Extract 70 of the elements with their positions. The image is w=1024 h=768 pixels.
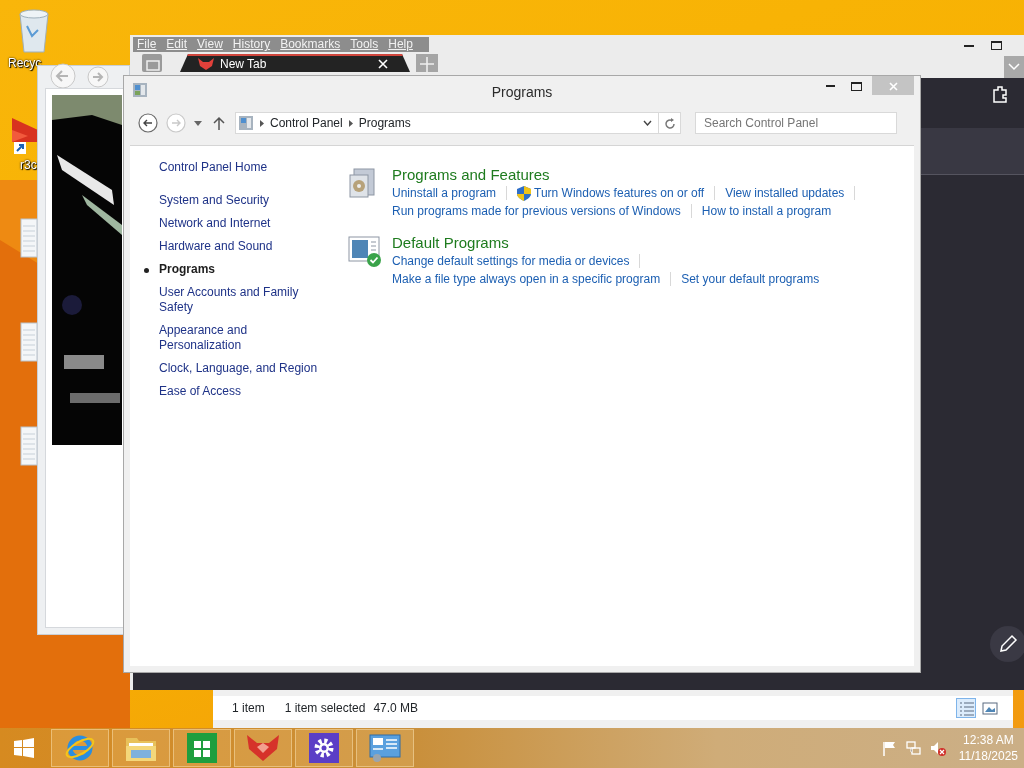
settings-button[interactable] — [295, 729, 353, 767]
task-link[interactable]: Turn Windows features on or off — [517, 184, 705, 202]
bullet-icon — [144, 268, 149, 273]
network-icon[interactable] — [904, 739, 923, 757]
chevron-right-icon — [348, 119, 353, 127]
task-link[interactable]: Set your default programs — [681, 270, 820, 288]
dropdown-icon[interactable] — [194, 120, 202, 126]
folder-button[interactable] — [112, 729, 170, 767]
control-panel-button[interactable] — [356, 729, 414, 767]
maximize-icon — [850, 81, 862, 91]
settings-icon — [309, 733, 339, 763]
browser-icon — [65, 733, 95, 763]
nav-link[interactable]: Programs — [159, 262, 319, 277]
maximize-icon[interactable] — [991, 41, 1002, 50]
close-icon — [888, 82, 898, 92]
section-title[interactable]: Programs and Features — [392, 166, 866, 184]
details-view-icon — [957, 699, 977, 719]
task-link[interactable]: Make a file type always open in a specific program — [392, 270, 661, 288]
default-programs-icon[interactable] — [348, 235, 382, 267]
pencil-icon[interactable] — [990, 626, 1024, 662]
chevron-icon[interactable] — [1004, 56, 1024, 78]
address-bar[interactable]: Control Panel Programs — [235, 112, 659, 134]
nav-link[interactable]: Ease of Access — [159, 384, 319, 399]
task-link[interactable]: View installed updates — [725, 184, 845, 202]
refresh-icon — [663, 117, 676, 130]
task-link[interactable]: Change default settings for media or devices — [392, 252, 630, 270]
breadcrumb-item[interactable]: Control Panel — [270, 114, 343, 132]
close-icon[interactable] — [378, 59, 388, 69]
start-icon — [14, 738, 34, 758]
nav-link[interactable]: Hardware and Sound — [159, 239, 319, 254]
breadcrumb-item[interactable]: Programs — [358, 114, 411, 132]
status-text: 47.0 MB — [373, 700, 419, 717]
refresh-button[interactable] — [659, 112, 681, 134]
puzzle-icon[interactable] — [992, 85, 1008, 103]
store-button[interactable] — [173, 729, 231, 767]
section-title[interactable]: Default Programs — [392, 234, 820, 252]
control-panel-icon — [238, 115, 254, 131]
nav-link[interactable]: System and Security — [159, 193, 319, 208]
up-icon[interactable] — [213, 116, 225, 130]
fox-icon — [247, 735, 279, 761]
status-text: 1 item selected — [284, 700, 366, 717]
nav-link[interactable]: User Accounts and Family Safety — [159, 285, 319, 315]
document-icon[interactable] — [20, 426, 38, 466]
dropdown-icon[interactable] — [643, 120, 652, 126]
browser-button[interactable] — [51, 729, 109, 767]
nav-link[interactable]: Network and Internet — [159, 216, 319, 231]
document-icon[interactable] — [20, 322, 38, 362]
new-tab-icon[interactable] — [416, 54, 438, 72]
window-title: Programs — [491, 83, 553, 102]
nav-link[interactable]: Control Panel Home — [159, 160, 319, 175]
store-icon — [187, 733, 217, 763]
document-icon[interactable] — [20, 218, 38, 258]
chevron-right-icon — [260, 119, 264, 127]
task-link[interactable]: Uninstall a program — [392, 184, 497, 202]
details-view-button[interactable] — [956, 698, 976, 718]
search-field[interactable]: Search Control Panel — [695, 112, 897, 134]
fox-icon — [198, 58, 214, 70]
nav-link[interactable]: Appearance and Personalization — [159, 323, 319, 353]
control-panel-icon — [132, 82, 148, 98]
control-panel-icon — [369, 734, 401, 762]
back-icon[interactable] — [138, 113, 158, 133]
minimize-icon — [825, 84, 835, 88]
task-link[interactable]: Run programs made for previous versions of Windows — [392, 202, 681, 220]
tab-groups-icon[interactable] — [142, 54, 162, 72]
nav-link[interactable]: Clock, Language, and Region — [159, 361, 319, 376]
minimize-icon[interactable] — [964, 45, 974, 48]
task-link[interactable]: How to install a program — [701, 202, 832, 220]
forward-icon[interactable] — [87, 66, 109, 88]
browser-tab[interactable]: New Tab — [180, 54, 410, 72]
status-text: 1 item — [232, 700, 265, 717]
